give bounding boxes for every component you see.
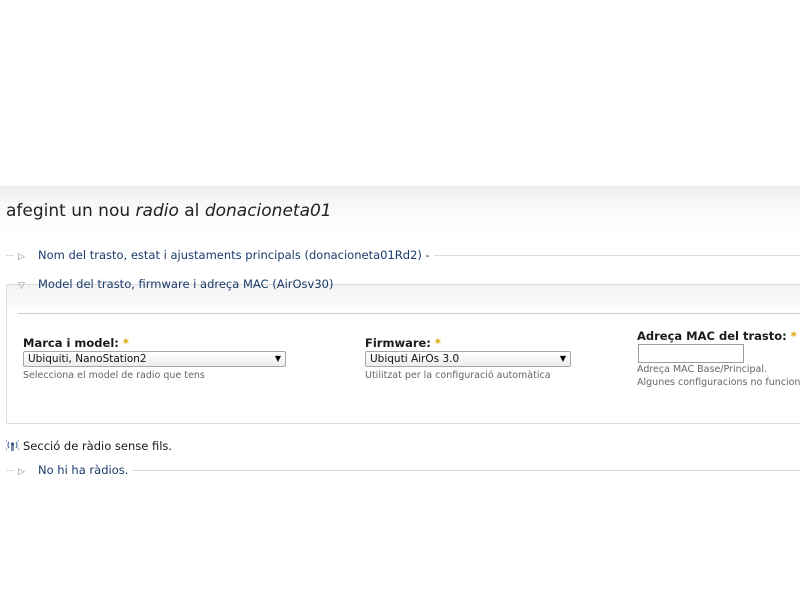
- firmware-select-value: Ubiquti AirOs 3.0: [370, 353, 460, 365]
- fieldset-main-settings: ▷ Nom del trasto, estat i ajustaments pri…: [6, 247, 800, 266]
- firmware-select[interactable]: Ubiquti AirOs 3.0 ▼: [365, 351, 571, 367]
- firmware-label-text: Firmware:: [365, 336, 431, 350]
- fieldset-model-label: Model del trasto, firmware i adreça MAC …: [38, 277, 334, 291]
- firmware-required-mark: *: [434, 336, 441, 350]
- wireless-section-text: Secció de ràdio sense fils.: [23, 439, 173, 453]
- model-required-mark: *: [122, 336, 129, 350]
- mac-address-input[interactable]: [638, 344, 744, 363]
- firmware-description: Utilitzat per la configuració automàtica: [365, 370, 551, 381]
- fieldset-inner-divider: [18, 313, 800, 314]
- model-select-value: Ubiquiti, NanoStation2: [28, 353, 147, 365]
- fieldset-main-settings-toggle[interactable]: ▷ Nom del trasto, estat i ajustaments pri…: [14, 247, 434, 266]
- fieldset-radios-label: No hi ha ràdios.: [38, 463, 129, 477]
- firmware-label: Firmware: *: [365, 336, 441, 350]
- page-title-middle: al: [178, 201, 205, 221]
- model-label: Marca i model: *: [23, 336, 129, 350]
- dropdown-arrow-icon: ▼: [559, 354, 566, 363]
- page-title: afegint un nou radio al donacioneta01: [6, 201, 332, 221]
- fieldset-radios-toggle[interactable]: ▷ No hi ha ràdios.: [14, 462, 133, 481]
- fieldset-model-toggle[interactable]: ▽ Model del trasto, firmware i adreça MAC…: [14, 276, 337, 295]
- wireless-antenna-icon: [6, 439, 19, 451]
- page-title-target: donacioneta01: [204, 201, 332, 221]
- fieldset-main-settings-label: Nom del trasto, estat i ajustaments prin…: [38, 248, 430, 262]
- triangle-right-icon: ▷: [18, 467, 25, 477]
- mac-description-line2: Algunes configuracions no funcion: [637, 377, 800, 388]
- model-description: Selecciona el model de radio que tens: [23, 370, 205, 381]
- triangle-down-icon: ▽: [18, 281, 25, 291]
- mac-description-line1: Adreça MAC Base/Principal.: [637, 364, 767, 375]
- page-title-prefix: afegint un nou: [6, 201, 136, 221]
- fieldset-radios: ▷ No hi ha ràdios.: [6, 462, 800, 481]
- wireless-section: Secció de ràdio sense fils.: [6, 438, 172, 454]
- fieldset-model: ▽ Model del trasto, firmware i adreça MAC…: [6, 276, 800, 294]
- page: afegint un nou radio al donacioneta01 ▷ N…: [0, 0, 800, 600]
- model-label-text: Marca i model:: [23, 336, 119, 350]
- mac-label-text: Adreça MAC del trasto:: [637, 329, 787, 343]
- dropdown-arrow-icon: ▼: [274, 354, 281, 363]
- triangle-right-icon: ▷: [18, 252, 25, 262]
- model-select[interactable]: Ubiquiti, NanoStation2 ▼: [23, 351, 286, 367]
- mac-required-mark: *: [790, 329, 797, 343]
- page-title-item: radio: [135, 201, 179, 221]
- mac-label: Adreça MAC del trasto: *: [637, 329, 797, 343]
